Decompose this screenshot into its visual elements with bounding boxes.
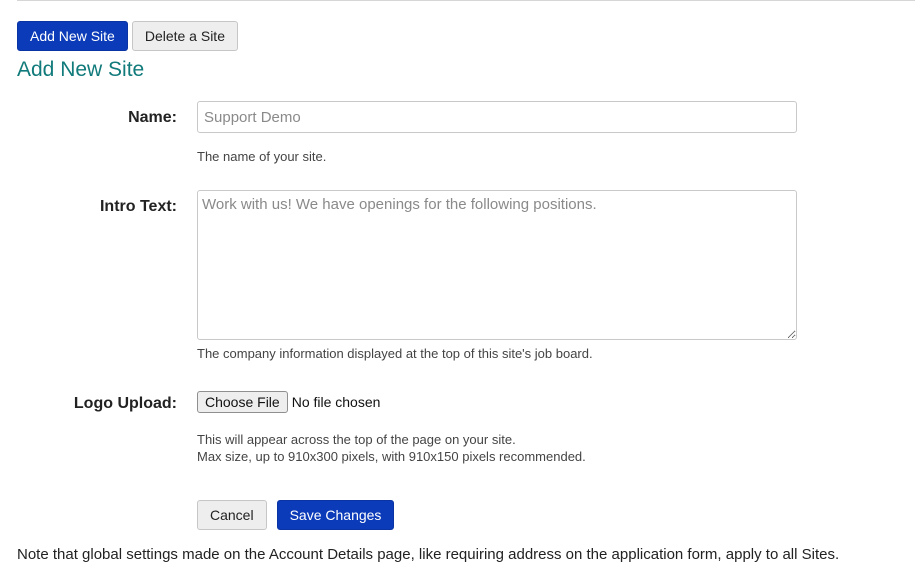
name-help-text: The name of your site. bbox=[197, 149, 327, 164]
logo-upload-label: Logo Upload: bbox=[73, 395, 177, 412]
delete-site-button[interactable]: Delete a Site bbox=[131, 21, 238, 51]
intro-text-field[interactable] bbox=[197, 190, 797, 340]
logo-help-text: This will appear across the top of the p… bbox=[197, 431, 586, 465]
intro-text-label: Intro Text: bbox=[99, 198, 177, 215]
choose-file-button[interactable]: Choose File bbox=[197, 391, 288, 413]
global-settings-note: Note that global settings made on the Ac… bbox=[17, 546, 840, 563]
intro-text-help: The company information displayed at the… bbox=[197, 346, 593, 361]
cancel-button[interactable]: Cancel bbox=[197, 500, 267, 530]
page-title: Add New Site bbox=[17, 58, 145, 81]
toolbar: Add New Site Delete a Site bbox=[17, 21, 238, 51]
top-divider bbox=[17, 0, 915, 1]
logo-help-line-2: Max size, up to 910x300 pixels, with 910… bbox=[197, 449, 586, 464]
file-status-text: No file chosen bbox=[291, 394, 381, 410]
name-field[interactable] bbox=[197, 101, 797, 133]
logo-help-line-1: This will appear across the top of the p… bbox=[197, 432, 516, 447]
name-label: Name: bbox=[128, 109, 177, 126]
logo-file-input: Choose File No file chosen bbox=[197, 391, 380, 413]
add-new-site-button[interactable]: Add New Site bbox=[17, 21, 128, 51]
save-changes-button[interactable]: Save Changes bbox=[276, 500, 395, 530]
page: Add New Site Delete a Site Add New Site … bbox=[0, 0, 915, 582]
form-actions: Cancel Save Changes bbox=[197, 500, 395, 530]
